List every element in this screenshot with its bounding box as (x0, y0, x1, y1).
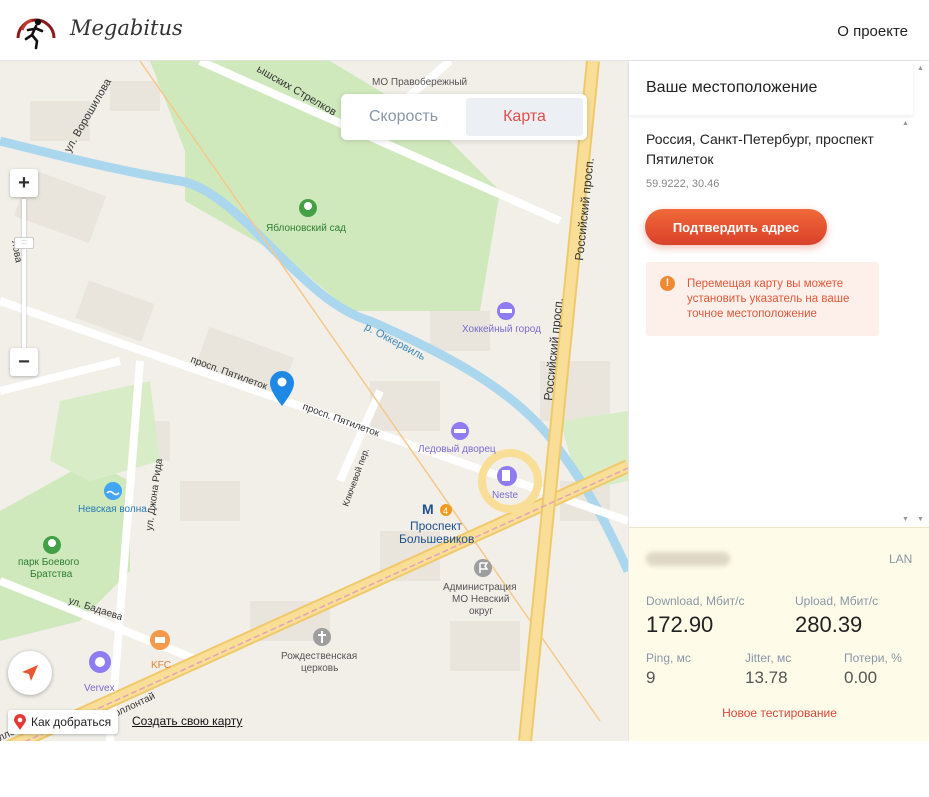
loss-label: Потери, % (844, 651, 902, 665)
inner-scroll-down-arrow-icon[interactable]: ▼ (902, 516, 909, 523)
label-church-2: церковь (301, 663, 338, 674)
label-ice-palace: Ледовый дворец (418, 444, 496, 455)
vervex-icon (89, 651, 112, 673)
download-value: 172.90 (646, 612, 714, 637)
upload-value: 280.39 (795, 612, 863, 637)
label-park-yablonovsky: Яблоновский сад (266, 222, 346, 234)
zoom-in-button[interactable]: + (10, 169, 38, 197)
scroll-down-arrow-icon[interactable]: ▼ (917, 516, 924, 523)
download-label: Download, Мбит/с (646, 594, 745, 608)
top-header: Megabitus О проекте (0, 0, 929, 61)
zoom-control: + ::: − (10, 169, 38, 376)
label-pyatiletok-2: просп. Пятилеток (301, 401, 381, 439)
swimming-icon (104, 482, 122, 500)
create-map-link[interactable]: Создать свою карту (132, 714, 242, 728)
church-icon (313, 628, 331, 646)
label-river-okkervil: р. Оккервиль (363, 321, 428, 363)
label-klyuchevoy: Ключевой пер. (340, 447, 370, 508)
new-test-button[interactable]: Новое тестирование (629, 706, 929, 720)
location-pin-icon[interactable] (270, 371, 294, 406)
connection-type: LAN (889, 552, 913, 566)
plus-icon: + (18, 171, 30, 194)
panel-title: Ваше местоположение (646, 79, 818, 96)
label-pyatiletok-1: просп. Пятилеток (189, 354, 269, 392)
map-labels: ышских Стрелков МО Правобережный ул. Вор… (0, 63, 597, 741)
svg-text:4: 4 (443, 506, 448, 516)
ping-value: 9 (646, 668, 656, 687)
svg-text:М: М (422, 501, 434, 517)
label-metro-1: Проспект (410, 519, 463, 533)
coordinates-text: 59.9222, 30.46 (646, 178, 720, 190)
zoom-slider-handle[interactable]: ::: (14, 237, 34, 249)
location-panel: Ваше местоположение ▲ ▲ ▼ ▼ Россия, Санк… (628, 61, 929, 741)
park-tree-icon-2 (43, 536, 61, 554)
label-mo-pravoberezhny-1: МО Правобережный (372, 76, 467, 88)
panel-header: Ваше местоположение (629, 61, 913, 115)
inner-scroll-up-arrow-icon[interactable]: ▲ (902, 120, 909, 127)
mode-tabs: Скорость Карта (341, 94, 587, 140)
geolocation-button[interactable] (8, 651, 52, 695)
label-russian-prosp-1: Российский просп. (572, 157, 597, 261)
label-park-boevogo-2: Братства (30, 569, 73, 580)
kfc-icon (150, 630, 170, 650)
jitter-value: 13.78 (745, 668, 788, 687)
gas-station-icon (497, 466, 517, 486)
ice-palace-icon (451, 422, 469, 440)
park-tree-icon (299, 199, 317, 217)
upload-label: Upload, Мбит/с (795, 594, 879, 608)
loss-value: 0.00 (844, 668, 878, 687)
metro-icon: М4 (422, 501, 452, 517)
provider-name-blurred (646, 552, 730, 566)
runner-logo-icon[interactable] (12, 8, 60, 52)
label-badaeva: ул. Бадаева (67, 595, 124, 623)
hockey-icon (497, 302, 515, 320)
label-metro-2: Большевиков (399, 532, 474, 546)
minus-icon: − (18, 350, 30, 373)
tab-speed[interactable]: Скорость (345, 98, 462, 136)
label-nevskaya-volna: Невская волна (78, 504, 147, 515)
label-park-boevogo-1: парк Боевого (18, 557, 80, 568)
hint-box: ! Перемещая карту вы можете установить у… (646, 262, 879, 336)
speed-results: LAN Download, Мбит/с 172.90 Upload, Мбит… (629, 527, 929, 741)
label-vervex: Vervex (84, 683, 115, 694)
label-admin-3: округ (469, 606, 493, 617)
label-church-1: Рождественская (281, 651, 357, 662)
nav-about-link[interactable]: О проекте (837, 23, 908, 40)
route-button[interactable]: Как добраться (8, 710, 119, 734)
address-text: Россия, Санкт-Петербург, проспект Пятиле… (646, 131, 874, 167)
admin-flag-icon (474, 559, 492, 577)
label-john-reed: ул. Джона Рида (144, 457, 165, 531)
hint-text: Перемещая карту вы можете установить ука… (687, 278, 850, 320)
label-hockey-city: Хоккейный город (462, 324, 541, 335)
label-russian-prosp-2: Российский просп. (541, 297, 566, 401)
map-marker-icon (14, 714, 26, 730)
zoom-out-button[interactable]: − (10, 348, 38, 376)
tab-map[interactable]: Карта (466, 98, 583, 136)
label-kfc: KFC (151, 660, 171, 671)
info-icon: ! (660, 276, 675, 291)
confirm-address-button[interactable]: Подтвердить адрес (645, 209, 827, 245)
navigation-arrow-icon (22, 665, 38, 681)
route-button-label: Как добраться (31, 715, 112, 729)
label-voroshilova: ул. Ворошилова (62, 76, 114, 155)
map-view[interactable]: ышских Стрелков МО Правобережный ул. Вор… (0, 61, 628, 741)
brand-name[interactable]: Megabitus (70, 16, 183, 40)
jitter-label: Jitter, мс (745, 651, 792, 665)
zoom-slider-track[interactable] (22, 199, 26, 349)
scroll-up-arrow-icon[interactable]: ▲ (917, 65, 924, 72)
label-admin-1: Администрация (443, 582, 517, 593)
label-neste: Neste (492, 490, 519, 501)
label-street-strelkov: ышских Стрелков (255, 63, 339, 118)
ping-label: Ping, мс (646, 651, 691, 665)
label-admin-2: МО Невский (452, 594, 509, 605)
